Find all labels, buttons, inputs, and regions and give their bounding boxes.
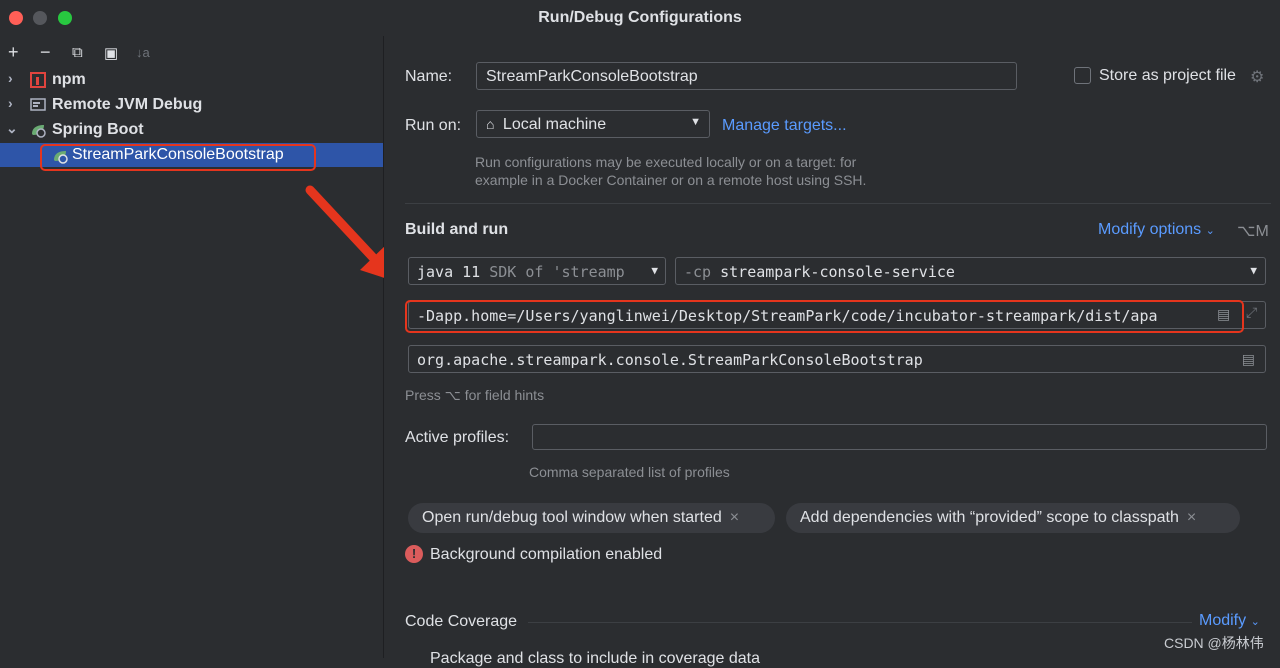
store-project-checkbox[interactable] bbox=[1074, 67, 1091, 84]
bg-compile-text: Background compilation enabled bbox=[430, 546, 663, 563]
modify-label: Modify bbox=[1199, 612, 1247, 629]
modify-options-shortcut: ⌥M bbox=[1237, 223, 1269, 240]
name-field-value: StreamParkConsoleBootstrap bbox=[486, 68, 698, 85]
cp-value: streampark-console-service bbox=[720, 263, 955, 281]
window-title: Run/Debug Configurations bbox=[538, 9, 742, 26]
copy-icon[interactable]: ⧉ bbox=[72, 44, 83, 61]
run-on-hint-line1: Run configurations may be executed local… bbox=[475, 154, 857, 170]
chevron-down-icon[interactable]: ⌄ bbox=[6, 120, 18, 137]
name-field[interactable]: StreamParkConsoleBootstrap bbox=[476, 62, 1017, 90]
chevron-right-icon[interactable]: › bbox=[8, 95, 13, 111]
chevron-down-icon: ⌄ bbox=[1205, 225, 1215, 237]
main-class-value: org.apache.streampark.console.StreamPark… bbox=[417, 351, 923, 369]
modify-coverage-link[interactable]: Modify ⌄ bbox=[1199, 612, 1260, 630]
run-on-dropdown[interactable]: ⌂ Local machine ▼ bbox=[476, 110, 710, 138]
classpath-module-dropdown[interactable]: -cp streampark-console-service ▼ bbox=[675, 257, 1266, 285]
store-project-label: Store as project file bbox=[1099, 67, 1236, 84]
jdk-dropdown[interactable]: java 11 SDK of 'streamp ▼ bbox=[408, 257, 666, 285]
add-icon[interactable]: + bbox=[8, 42, 19, 63]
error-icon: ! bbox=[405, 545, 423, 563]
spring-boot-icon bbox=[32, 125, 46, 138]
tree-item-remote-jvm-debug[interactable]: › Remote JVM Debug bbox=[0, 93, 383, 118]
jdk-value: java 11 bbox=[417, 263, 481, 281]
chevron-down-icon: ⌄ bbox=[1250, 616, 1260, 628]
tree-item-label: Spring Boot bbox=[52, 121, 144, 138]
highlight-box bbox=[405, 300, 1244, 333]
chip-open-tool-window[interactable]: Open run/debug tool window when started × bbox=[408, 503, 775, 533]
gear-icon[interactable]: ⚙ bbox=[1250, 67, 1264, 87]
field-hints-text: Press ⌥ for field hints bbox=[405, 387, 545, 403]
tree-item-label: Remote JVM Debug bbox=[52, 96, 203, 113]
dropdown-caret-icon: ▼ bbox=[651, 264, 658, 277]
home-icon: ⌂ bbox=[486, 116, 495, 132]
folder-icon[interactable]: ▣ bbox=[104, 44, 118, 62]
modify-options-label: Modify options bbox=[1098, 221, 1202, 238]
dropdown-caret-icon: ▼ bbox=[1250, 264, 1257, 277]
code-coverage-heading: Code Coverage bbox=[405, 613, 518, 630]
tree-item-label: npm bbox=[52, 71, 86, 88]
chip-label: Open run/debug tool window when started bbox=[422, 509, 722, 526]
npm-icon bbox=[30, 72, 46, 88]
active-profiles-field[interactable] bbox=[532, 424, 1267, 450]
chip-provided-scope[interactable]: Add dependencies with “provided” scope t… bbox=[786, 503, 1240, 533]
main-class-field[interactable]: org.apache.streampark.console.StreamPark… bbox=[408, 345, 1266, 373]
highlight-box bbox=[40, 144, 316, 171]
watermark: CSDN @杨林伟 bbox=[1164, 635, 1264, 651]
dropdown-caret-icon: ▼ bbox=[690, 116, 701, 128]
run-on-hint-line2: example in a Docker Container or on a re… bbox=[475, 172, 867, 188]
profiles-hint: Comma separated list of profiles bbox=[529, 464, 730, 480]
cp-prefix: -cp bbox=[684, 263, 712, 281]
tree-item-npm[interactable]: › npm bbox=[0, 68, 383, 93]
active-profiles-label: Active profiles: bbox=[405, 429, 510, 446]
close-icon[interactable]: × bbox=[730, 509, 739, 526]
title-bar: Run/Debug Configurations bbox=[0, 0, 1280, 36]
browse-class-icon[interactable]: ▤ bbox=[1242, 351, 1255, 368]
run-on-label: Run on: bbox=[405, 117, 462, 134]
remove-icon[interactable]: − bbox=[40, 42, 51, 63]
tree-item-spring-boot[interactable]: ⌄ Spring Boot bbox=[0, 118, 383, 143]
manage-targets-link[interactable]: Manage targets... bbox=[722, 117, 847, 135]
chevron-right-icon[interactable]: › bbox=[8, 70, 13, 86]
coverage-package-text: Package and class to include in coverage… bbox=[430, 650, 760, 667]
build-run-heading: Build and run bbox=[405, 221, 509, 238]
remote-debug-icon bbox=[30, 98, 46, 111]
chip-label: Add dependencies with “provided” scope t… bbox=[800, 509, 1179, 526]
close-icon[interactable]: × bbox=[1187, 509, 1196, 526]
name-label: Name: bbox=[405, 68, 453, 85]
run-on-value: Local machine bbox=[502, 116, 607, 133]
jdk-suffix: SDK of 'streamp bbox=[489, 263, 625, 281]
divider bbox=[405, 203, 1271, 204]
modify-options-link[interactable]: Modify options ⌄ bbox=[1098, 221, 1215, 239]
expand-field-icon[interactable]: ▤ bbox=[1217, 306, 1230, 323]
sort-icon[interactable]: ↓a bbox=[136, 45, 150, 60]
expand-arrows-icon[interactable]: ⤢ bbox=[1246, 304, 1257, 321]
divider bbox=[528, 622, 1192, 623]
